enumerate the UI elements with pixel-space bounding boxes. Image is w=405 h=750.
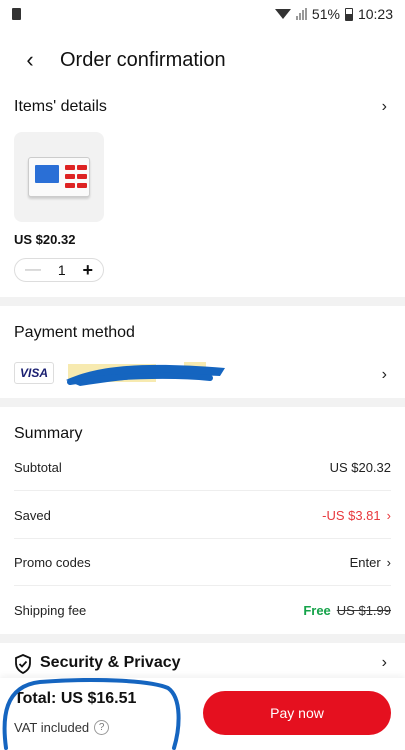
shipping-free: Free xyxy=(303,602,331,618)
vat-note: VAT included ? xyxy=(14,720,110,735)
pay-now-button[interactable]: Pay now xyxy=(203,691,391,735)
section-divider xyxy=(0,297,405,306)
total-label: Total: xyxy=(14,690,57,707)
shipping-row: Shipping fee Free US $1.99 xyxy=(14,587,391,633)
shipping-label: Shipping fee xyxy=(14,602,87,618)
saved-label: Saved xyxy=(14,508,51,523)
subtotal-label: Subtotal xyxy=(14,460,62,475)
promo-label: Promo codes xyxy=(14,555,91,570)
promo-enter[interactable]: Enter xyxy=(350,555,381,570)
battery-percent: 51% xyxy=(311,6,340,22)
section-divider xyxy=(0,634,405,643)
battery-icon xyxy=(344,7,353,21)
status-right: 51% 10:23 xyxy=(274,6,393,22)
back-arrow-icon[interactable]: ‹ xyxy=(0,47,60,73)
chevron-right-icon[interactable]: › xyxy=(382,366,387,384)
chevron-right-icon[interactable]: › xyxy=(387,508,391,523)
chevron-right-icon[interactable]: › xyxy=(382,98,387,116)
total-price: Total: US $16.51 xyxy=(14,690,136,708)
security-title: Security & Privacy xyxy=(40,654,181,671)
saved-row[interactable]: Saved -US $3.81 › xyxy=(14,493,391,539)
items-title: Items' details xyxy=(14,98,107,115)
shipping-value-wrap: Free US $1.99 xyxy=(303,603,391,618)
subtotal-value: US $20.32 xyxy=(329,460,391,475)
product-thumbnail[interactable] xyxy=(14,132,104,222)
signal-icon xyxy=(295,8,307,20)
wifi-icon xyxy=(274,9,291,19)
shield-check-icon xyxy=(15,654,31,674)
payment-section[interactable]: Payment method VISA › xyxy=(0,308,405,398)
payment-title: Payment method xyxy=(14,324,135,341)
status-bar: 51% 10:23 xyxy=(0,0,405,28)
security-section[interactable]: Security & Privacy › xyxy=(0,646,405,676)
chevron-right-icon[interactable]: › xyxy=(387,555,391,570)
items-section[interactable]: Items' details › US $20.32 — 1 + xyxy=(0,94,405,294)
promo-row[interactable]: Promo codes Enter › xyxy=(14,540,391,586)
header: ‹ Order confirmation xyxy=(0,40,405,80)
increase-button[interactable]: + xyxy=(82,260,93,281)
summary-section: Summary Subtotal US $20.32 Saved -US $3.… xyxy=(0,407,405,637)
saved-value-wrap: -US $3.81 › xyxy=(322,508,391,523)
shipping-original-price: US $1.99 xyxy=(336,602,391,618)
help-icon[interactable]: ? xyxy=(94,720,110,735)
quantity-value: 1 xyxy=(57,262,66,278)
promo-value-wrap: Enter › xyxy=(350,555,391,570)
clock: 10:23 xyxy=(357,6,393,22)
usb-charger-image xyxy=(28,157,90,197)
redaction-scribble xyxy=(66,362,225,386)
subtotal-row: Subtotal US $20.32 xyxy=(14,445,391,491)
summary-title: Summary xyxy=(14,425,83,442)
page-title: Order confirmation xyxy=(60,48,226,71)
decrease-button[interactable]: — xyxy=(25,261,41,279)
chevron-right-icon[interactable]: › xyxy=(382,654,387,672)
hand-drawn-circle xyxy=(2,678,181,750)
bottom-bar: Total: US $16.51 VAT included ? Pay now xyxy=(0,678,405,750)
sim-icon xyxy=(12,8,21,20)
visa-card-icon: VISA xyxy=(14,362,54,384)
saved-value: -US $3.81 xyxy=(322,508,381,523)
product-price: US $20.32 xyxy=(14,232,76,247)
total-value: US $16.51 xyxy=(60,690,137,707)
quantity-stepper: — 1 + xyxy=(14,258,104,282)
section-divider xyxy=(0,398,405,407)
vat-label: VAT included xyxy=(14,720,90,735)
